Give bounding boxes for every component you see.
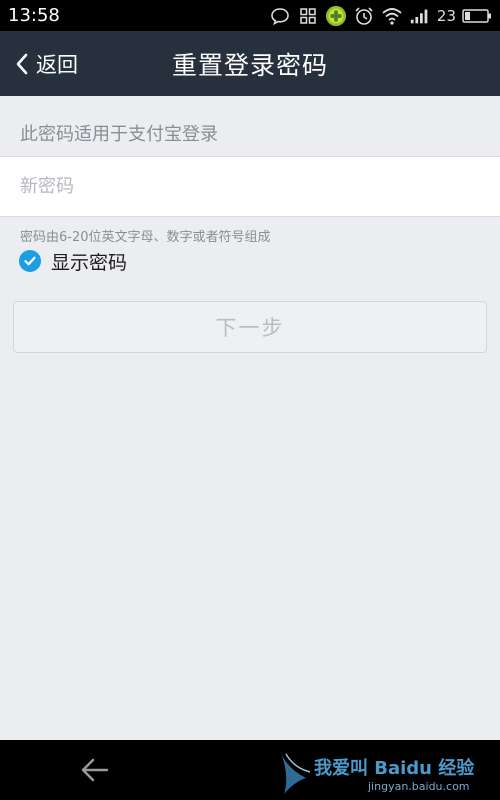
status-icons: 23 [269, 5, 492, 27]
grid-icon [297, 5, 319, 27]
next-step-button[interactable]: 下一步 [13, 301, 487, 353]
signal-icon [409, 5, 431, 27]
chat-bubble-icon [269, 5, 291, 27]
checkmark-icon [19, 250, 41, 272]
new-password-row [0, 156, 500, 217]
title-bar: 重置登录密码 返回 [0, 31, 500, 96]
system-nav-bar: 我爱叫 Baidu 经验 jingyan.baidu.com [0, 740, 500, 800]
show-password-checkbox[interactable]: 显示密码 [19, 248, 127, 274]
chevron-left-icon [14, 52, 30, 76]
watermark-text: 我爱叫 Baidu 经验 [314, 758, 475, 779]
password-rule-text: 密码由6-20位英文字母、数字或者符号组成 [20, 230, 271, 245]
arrow-left-icon [80, 757, 110, 783]
baidu-jingyan-watermark: 我爱叫 Baidu 经验 jingyan.baidu.com [276, 748, 486, 796]
status-bar: 13:58 23 [0, 0, 500, 31]
battery-level: 23 [436, 6, 456, 25]
watermark-url: jingyan.baidu.com [368, 780, 470, 793]
new-password-input[interactable] [0, 157, 500, 216]
show-password-label: 显示密码 [51, 251, 128, 274]
battery-icon [462, 5, 492, 27]
alipay-login-hint: 此密码适用于支付宝登录 [20, 124, 218, 145]
wifi-icon [381, 5, 403, 27]
alarm-icon [353, 5, 375, 27]
nav-back-button[interactable] [78, 754, 112, 786]
status-time: 13:58 [8, 5, 60, 26]
back-label: 返回 [36, 52, 78, 77]
plus-badge-icon [325, 5, 347, 27]
wing-logo-icon [276, 748, 316, 796]
back-button[interactable]: 返回 [14, 31, 78, 96]
